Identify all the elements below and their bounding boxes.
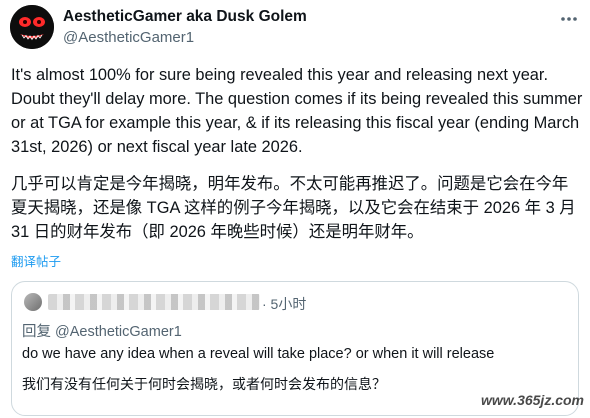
reply-prefix: 回复 [22, 324, 56, 340]
tweet-text-english: It's almost 100% for sure being revealed… [11, 66, 583, 156]
author-handle[interactable]: @AestheticGamer1 [63, 29, 194, 46]
more-options-icon[interactable] [557, 10, 581, 28]
demon-face-avatar-icon [10, 5, 54, 49]
site-watermark: www.365jz.com [481, 392, 584, 408]
author-display-name[interactable]: AestheticGamer aka Dusk Golem [63, 8, 307, 26]
translate-post-link[interactable]: 翻译帖子 [11, 251, 61, 270]
quoted-author-avatar[interactable] [24, 293, 42, 311]
reply-mention-link[interactable]: @AestheticGamer1 [55, 324, 182, 340]
author-avatar[interactable] [10, 5, 54, 49]
quoted-author-name-redacted [48, 294, 260, 310]
quoted-timestamp[interactable]: · 5小时 [262, 294, 306, 314]
quoted-text-english: do we have any idea when a reveal will t… [22, 346, 495, 362]
tweet-text-chinese: 几乎可以肯定是今年揭晓，明年发布。不太可能再推迟了。问题是它会在今年夏天揭晓，还… [11, 175, 576, 241]
quoted-text-chinese: 我们有没有任何关于何时会揭晓，或者何时会发布的信息？ [22, 376, 386, 392]
quoted-reply-context: 回复 @AestheticGamer1 [22, 320, 182, 341]
